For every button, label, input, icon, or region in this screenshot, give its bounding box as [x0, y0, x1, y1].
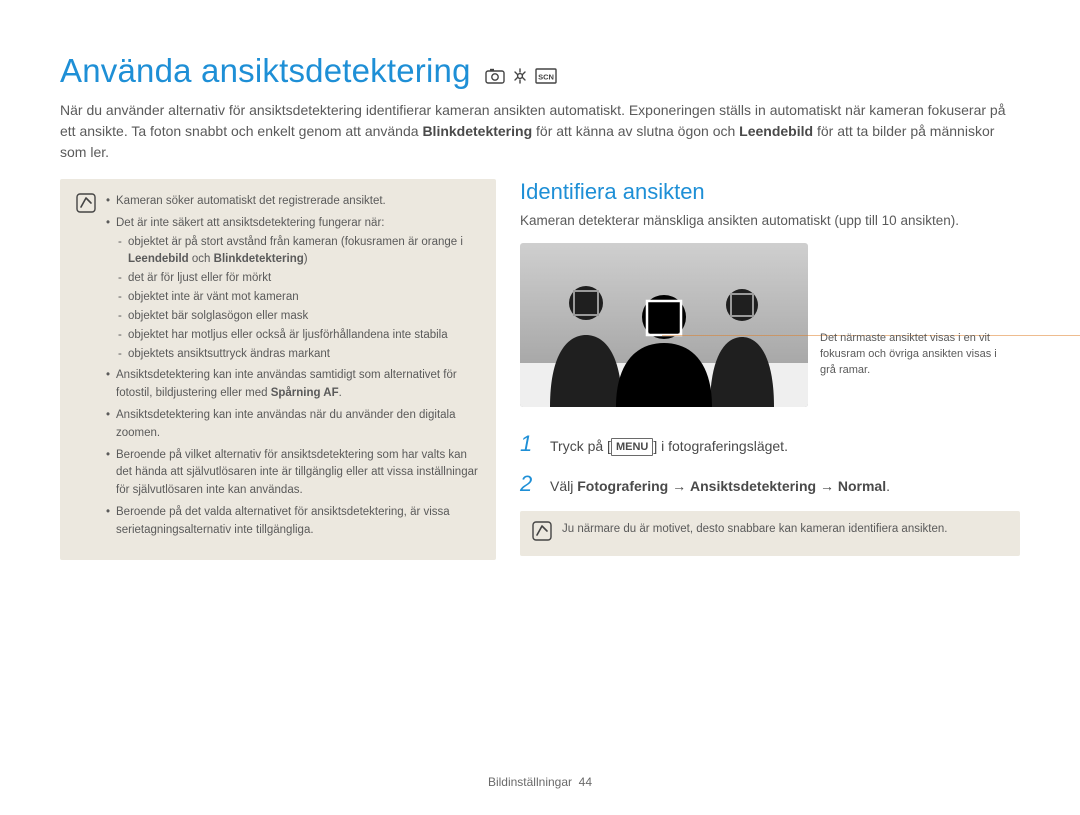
- step-bold: Ansiktsdetektering: [690, 478, 816, 494]
- note-item: Beroende på vilket alternativ för ansikt…: [106, 447, 480, 500]
- menu-key: MENU: [611, 438, 653, 456]
- illustration-callout: Det närmaste ansiktet visas i en vit fok…: [820, 331, 1010, 379]
- step-bold: Fotografering: [577, 478, 668, 494]
- note-text: Det är inte säkert att ansiktsdetekterin…: [116, 217, 384, 229]
- note-box: Kameran söker automatiskt det registrera…: [60, 179, 496, 560]
- tip-box: Ju närmare du är motivet, desto snabbare…: [520, 511, 1020, 556]
- columns: Kameran söker automatiskt det registrera…: [60, 179, 1020, 560]
- tip-text: Ju närmare du är motivet, desto snabbare…: [562, 521, 947, 538]
- note-item: Beroende på det valda alternativet för a…: [106, 504, 480, 540]
- footer-section: Bildinställningar: [488, 775, 572, 789]
- note-item: Kameran söker automatiskt det registrera…: [106, 193, 480, 211]
- note-subitem: objektet bär solglasögon eller mask: [116, 308, 480, 326]
- note-subitem: objektet har motljus eller också är ljus…: [116, 327, 480, 345]
- note-text: objektet är på stort avstånd från kamera…: [128, 236, 463, 248]
- step-2: 2 Välj Fotografering → Ansiktsdetekterin…: [520, 471, 1020, 497]
- step-text-part: .: [886, 478, 890, 494]
- note-icon: [76, 193, 96, 544]
- face-detection-illustration: [520, 243, 808, 407]
- note-subitem: objektet är på stort avstånd från kamera…: [116, 234, 480, 270]
- step-text-part: →: [668, 478, 690, 494]
- step-text: Tryck på [MENU] i fotograferingsläget.: [550, 436, 1020, 457]
- note-subitem: objektet inte är vänt mot kameran: [116, 289, 480, 307]
- lead-paragraph: När du använder alternativ för ansiktsde…: [60, 100, 1020, 163]
- page-title: Använda ansiktsdetektering: [60, 52, 471, 90]
- mode-dual-is-icon: [511, 68, 529, 84]
- steps: 1 Tryck på [MENU] i fotograferingsläget.…: [520, 431, 1020, 497]
- mode-program-icon: [485, 68, 505, 84]
- step-1: 1 Tryck på [MENU] i fotograferingsläget.: [520, 431, 1020, 457]
- note-item: Ansiktsdetektering kan inte användas när…: [106, 407, 480, 443]
- lead-text-c: för att känna av slutna ögon och: [532, 123, 739, 139]
- note-icon: [532, 521, 552, 546]
- note-bold: Blinkdetektering: [214, 253, 304, 265]
- note-text: och: [189, 253, 214, 265]
- note-bold: Leendebild: [128, 253, 189, 265]
- page-footer: Bildinställningar 44: [0, 775, 1080, 789]
- mode-icons-group: SCN: [485, 68, 557, 84]
- note-bold: Spårning AF: [271, 387, 339, 399]
- step-text-part: Välj: [550, 478, 577, 494]
- lead-bold-blink: Blinkdetektering: [422, 123, 532, 139]
- section-title: Identifiera ansikten: [520, 179, 1020, 205]
- step-number: 1: [520, 431, 540, 457]
- step-text-part: Tryck på [: [550, 438, 611, 454]
- illustration-wrap: Det närmaste ansiktet visas i en vit fok…: [520, 243, 1020, 407]
- note-item: Ansiktsdetektering kan inte användas sam…: [106, 367, 480, 403]
- mode-scene-icon: SCN: [535, 68, 557, 84]
- manual-page: Använda ansiktsdetektering SCN När du an…: [0, 0, 1080, 815]
- footer-page-number: 44: [579, 775, 592, 789]
- lead-bold-smile: Leendebild: [739, 123, 813, 139]
- note-text: ): [304, 253, 308, 265]
- svg-text:SCN: SCN: [538, 73, 554, 82]
- note-content: Kameran söker automatiskt det registrera…: [106, 193, 480, 544]
- step-number: 2: [520, 471, 540, 497]
- step-text-part: ] i fotograferingsläget.: [653, 438, 788, 454]
- note-subitem: objektets ansiktsuttryck ändras markant: [116, 346, 480, 364]
- step-text: Välj Fotografering → Ansiktsdetektering …: [550, 476, 1020, 497]
- step-bold: Normal: [838, 478, 886, 494]
- title-row: Använda ansiktsdetektering SCN: [60, 52, 1020, 90]
- left-column: Kameran söker automatiskt det registrera…: [60, 179, 496, 560]
- right-column: Identifiera ansikten Kameran detekterar …: [520, 179, 1020, 560]
- step-text-part: →: [816, 478, 838, 494]
- note-item: Det är inte säkert att ansiktsdetekterin…: [106, 215, 480, 364]
- note-text: .: [339, 387, 342, 399]
- note-subitem: det är för ljust eller för mörkt: [116, 270, 480, 288]
- section-desc: Kameran detekterar mänskliga ansikten au…: [520, 211, 1020, 231]
